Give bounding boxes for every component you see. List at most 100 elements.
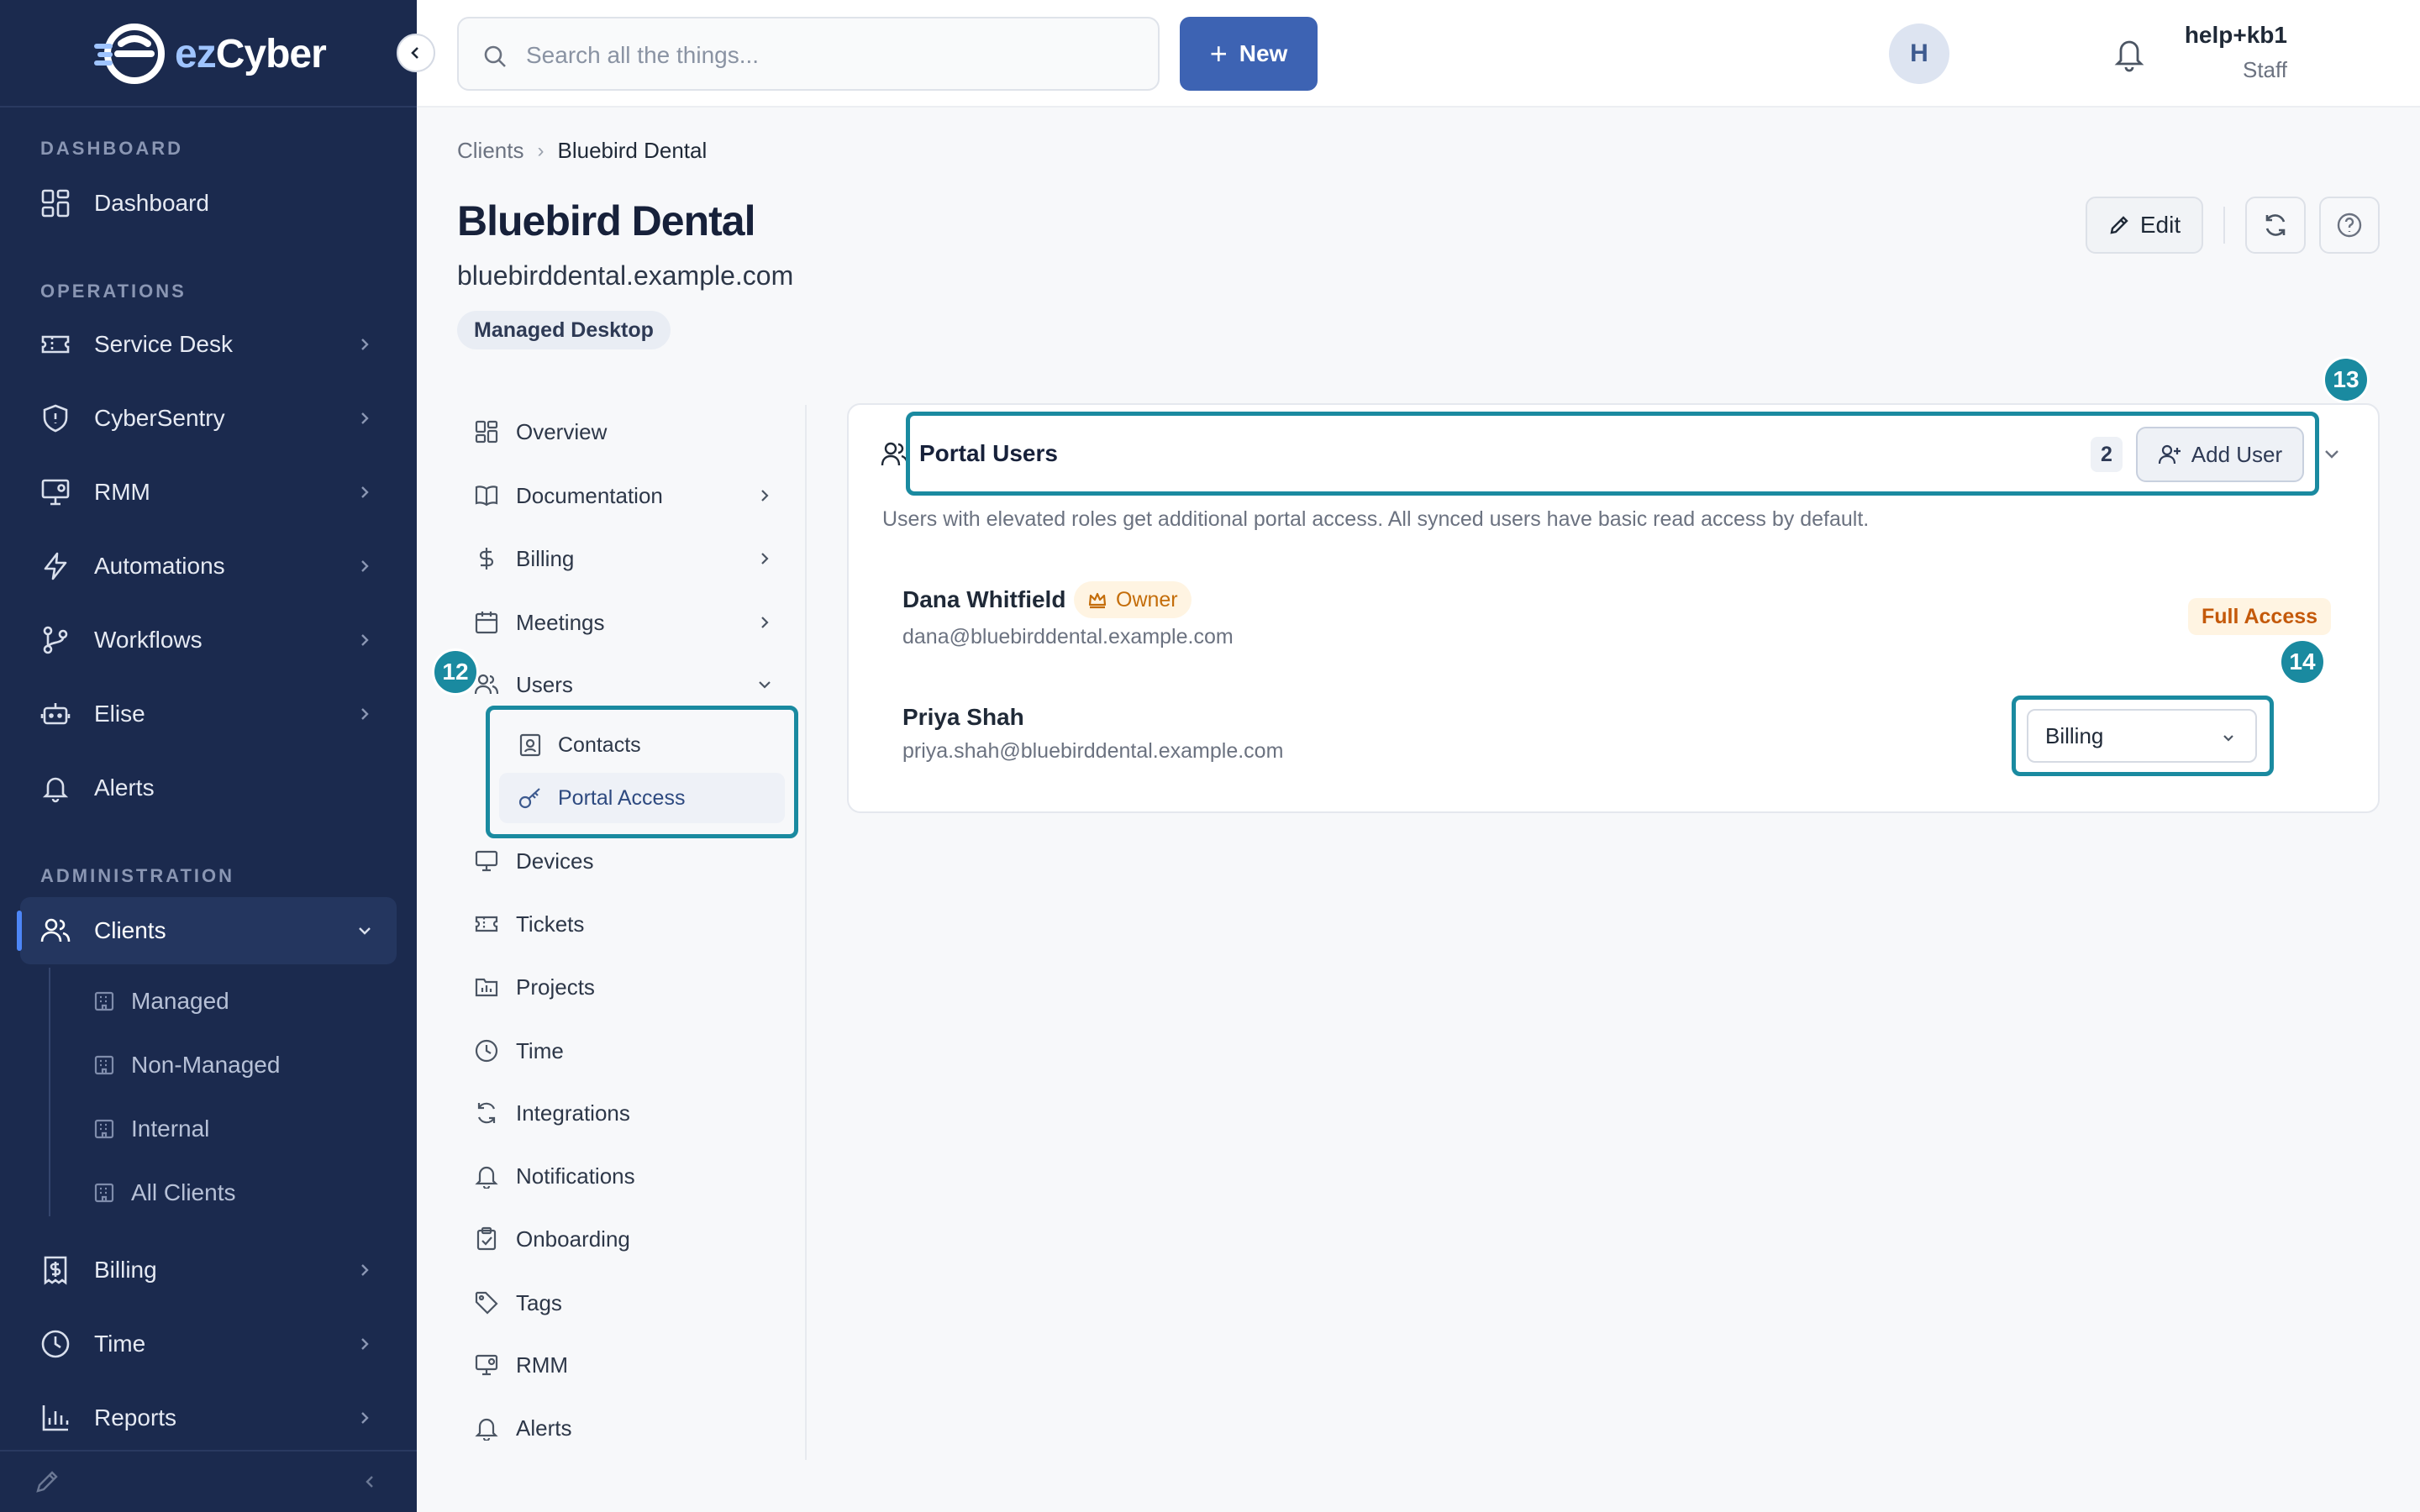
- help-circle-icon: [2337, 213, 2362, 238]
- chevron-right-icon: ›: [537, 139, 544, 162]
- client-nav-integrations[interactable]: Integrations: [474, 1089, 786, 1137]
- client-nav-tags[interactable]: Tags: [474, 1279, 786, 1326]
- sidebar-subitem-internal[interactable]: Internal: [92, 1100, 209, 1158]
- clipboard-check-icon: [476, 1226, 497, 1251]
- client-domain: bluebirddental.example.com: [457, 260, 794, 291]
- chevron-right-icon: [361, 339, 369, 350]
- client-nav-label: Projects: [516, 974, 595, 1000]
- sidebar-item-dashboard[interactable]: Dashboard: [20, 170, 397, 237]
- plus-icon: +: [1209, 36, 1228, 71]
- step-marker-14: 14: [2279, 638, 2326, 685]
- client-nav-label: Users: [516, 671, 573, 697]
- new-button-label: New: [1239, 40, 1288, 66]
- search-input[interactable]: [526, 37, 1114, 74]
- owner-badge: Owner: [1074, 581, 1192, 618]
- sidebar-section-operations: OPERATIONS: [40, 281, 187, 302]
- sidebar-item-automations[interactable]: Automations: [20, 533, 397, 600]
- calendar-icon: [475, 612, 498, 634]
- ticket-icon: [475, 916, 498, 932]
- sidebar-collapse-button[interactable]: [397, 34, 435, 72]
- monitor-icon: [475, 850, 498, 872]
- chevron-right-icon: [361, 634, 369, 646]
- client-nav-meetings[interactable]: Meetings: [474, 599, 786, 646]
- sidebar-item-elise[interactable]: Elise: [20, 680, 397, 748]
- clock-icon: [41, 1330, 70, 1358]
- client-nav-label: Tags: [516, 1289, 562, 1315]
- app-wordmark: ezCyber: [175, 31, 327, 76]
- chevron-right-icon: [761, 553, 769, 564]
- client-nav-label: Time: [516, 1037, 564, 1063]
- sidebar-subitem-managed[interactable]: Managed: [92, 972, 229, 1031]
- refresh-button[interactable]: [2245, 197, 2306, 254]
- client-nav-users[interactable]: Users: [474, 661, 786, 708]
- client-nav-billing[interactable]: Billing: [474, 535, 786, 582]
- notifications-bell-icon[interactable]: [2112, 35, 2146, 72]
- client-nav-label: Tickets: [516, 911, 585, 937]
- bell-icon: [475, 1166, 498, 1189]
- sidebar: ezCyber DASHBOARD Dashboard OPERATIONS S…: [0, 0, 417, 1512]
- sidebar-item-billing[interactable]: Billing: [20, 1236, 397, 1304]
- clock-icon: [475, 1039, 498, 1063]
- edit-button[interactable]: Edit: [2086, 197, 2203, 254]
- chevron-down-icon[interactable]: [2321, 444, 2343, 465]
- sidebar-item-label: RMM: [94, 479, 150, 505]
- step-marker-13: 13: [2323, 356, 2370, 403]
- client-nav-label: Billing: [516, 545, 575, 571]
- sidebar-subitem-non-managed[interactable]: Non-Managed: [92, 1036, 280, 1095]
- sidebar-item-label: Reports: [94, 1404, 177, 1431]
- client-nav-overview[interactable]: Overview: [474, 408, 786, 455]
- grid-icon: [475, 420, 498, 444]
- sidebar-divider: [0, 106, 417, 108]
- client-nav-projects[interactable]: Projects: [474, 963, 786, 1011]
- sidebar-item-label: Elise: [94, 701, 145, 727]
- users-icon: [40, 918, 71, 942]
- sidebar-item-service-desk[interactable]: Service Desk: [20, 311, 397, 378]
- grid-icon: [41, 189, 70, 218]
- sidebar-item-cybersentry[interactable]: CyberSentry: [20, 385, 397, 452]
- building-icon: [94, 991, 114, 1011]
- client-nav-label: RMM: [516, 1352, 569, 1378]
- client-nav-notifications[interactable]: Notifications: [474, 1152, 786, 1200]
- client-nav-alerts[interactable]: Alerts: [474, 1404, 786, 1452]
- sidebar-item-time[interactable]: Time: [20, 1310, 397, 1378]
- client-nav-devices[interactable]: Devices: [474, 837, 786, 885]
- pencil-icon[interactable]: [34, 1468, 60, 1495]
- sidebar-subitem-all-clients[interactable]: All Clients: [92, 1163, 235, 1222]
- folder-chart-icon: [475, 978, 498, 997]
- client-nav-documentation[interactable]: Documentation: [474, 472, 786, 519]
- sidebar-item-rmm[interactable]: RMM: [20, 459, 397, 526]
- new-button[interactable]: + New: [1180, 17, 1318, 91]
- help-button[interactable]: [2319, 197, 2380, 254]
- avatar[interactable]: H: [1889, 24, 1949, 84]
- client-nav-rmm[interactable]: RMM: [474, 1341, 786, 1389]
- client-nav-onboarding[interactable]: Onboarding: [474, 1215, 786, 1263]
- sidebar-item-label: Billing: [94, 1257, 157, 1283]
- tag-icon: [475, 1291, 498, 1315]
- client-nav-label: Meetings: [516, 609, 605, 635]
- client-nav-label: Integrations: [516, 1100, 630, 1126]
- chevron-left-icon: [411, 47, 418, 59]
- client-nav-label: Notifications: [516, 1163, 635, 1189]
- app-logo[interactable]: ezCyber: [92, 20, 328, 87]
- sidebar-item-reports[interactable]: Reports: [20, 1384, 397, 1452]
- building-icon: [94, 1119, 114, 1139]
- client-nav-time[interactable]: Time: [474, 1027, 786, 1074]
- logo-mark-icon: [92, 22, 170, 86]
- client-nav-divider: [805, 405, 807, 1460]
- user-name-row-2: Priya Shah: [902, 704, 1024, 730]
- sidebar-item-workflows[interactable]: Workflows: [20, 606, 397, 674]
- sidebar-section-administration: ADMINISTRATION: [40, 865, 235, 886]
- chevron-right-icon: [361, 412, 369, 424]
- page-title: Bluebird Dental: [457, 197, 755, 244]
- building-icon: [94, 1183, 114, 1203]
- sidebar-item-clients[interactable]: Clients: [17, 897, 397, 964]
- chevron-right-icon: [361, 1412, 369, 1424]
- breadcrumb-link-clients[interactable]: Clients: [457, 138, 523, 164]
- chevron-down-icon: [359, 927, 371, 935]
- crown-icon: [1088, 592, 1107, 609]
- sidebar-item-alerts[interactable]: Alerts: [20, 754, 397, 822]
- client-nav-tickets[interactable]: Tickets: [474, 900, 786, 948]
- sidebar-subitem-label: Internal: [131, 1116, 210, 1142]
- chevron-left-icon[interactable]: [361, 1473, 378, 1490]
- global-search[interactable]: [457, 17, 1160, 91]
